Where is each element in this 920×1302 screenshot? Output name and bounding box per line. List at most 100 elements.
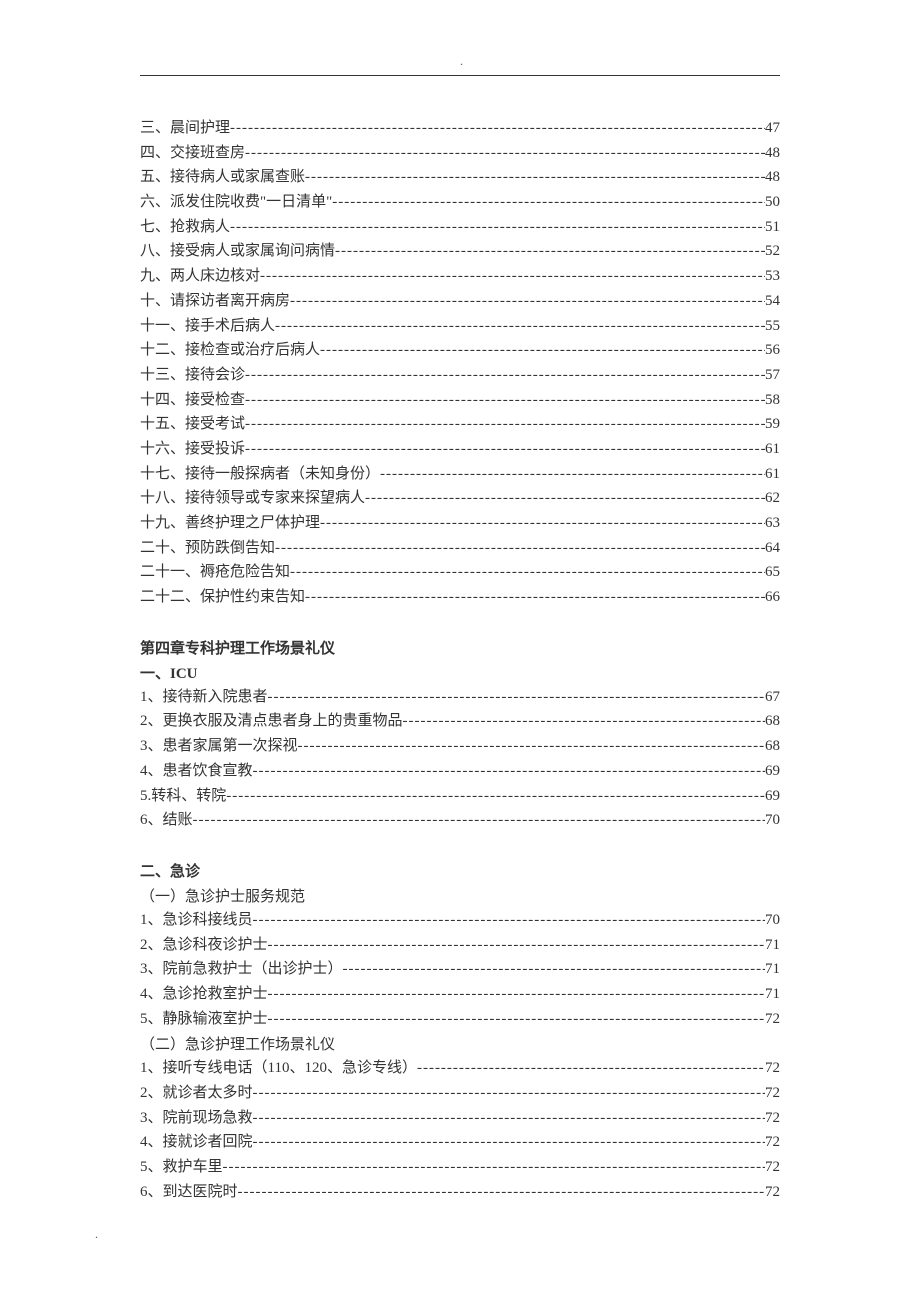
toc-entry: 2、急诊科夜诊护士 71 <box>140 933 780 958</box>
toc-page-number: 72 <box>765 1159 780 1176</box>
toc-entry: 十八、接待领导或专家来探望病人 62 <box>140 486 780 511</box>
toc-label: 十五、接受考试 <box>140 412 245 433</box>
toc-entry: 5、救护车里 72 <box>140 1155 780 1180</box>
toc-leader <box>332 194 765 211</box>
toc-page-number: 63 <box>765 515 780 532</box>
toc-leader <box>305 169 765 186</box>
toc-entry: 十七、接待一般探病者（未知身份）61 <box>140 462 780 487</box>
toc-leader <box>268 937 765 954</box>
toc-label: 4、急诊抢救室护士 <box>140 982 268 1003</box>
toc-page-number: 50 <box>765 194 780 211</box>
toc-page-number: 54 <box>765 293 780 310</box>
toc-page-number: 71 <box>765 986 780 1003</box>
toc-label: 九、两人床边核对 <box>140 264 260 285</box>
toc-page-number: 65 <box>765 564 780 581</box>
toc-entry: 十二、接检查或治疗后病人56 <box>140 338 780 363</box>
toc-label: 十二、接检查或治疗后病人 <box>140 338 320 359</box>
toc-entry: 六、派发住院收费"一日清单"50 <box>140 190 780 215</box>
toc-page-number: 72 <box>765 1134 780 1151</box>
toc-page-number: 72 <box>765 1110 780 1127</box>
toc-leader <box>290 293 765 310</box>
toc-label: 四、交接班查房 <box>140 141 245 162</box>
toc-page-number: 59 <box>765 416 780 433</box>
toc-leader <box>275 318 765 335</box>
toc-entry: 1、接待新入院患者67 <box>140 685 780 710</box>
toc-leader <box>305 589 765 606</box>
toc-page-number: 58 <box>765 392 780 409</box>
toc-entry: 6、到达医院时72 <box>140 1180 780 1205</box>
toc-leader <box>268 1011 765 1028</box>
toc-label: 2、急诊科夜诊护士 <box>140 933 268 954</box>
toc-entry: 十五、接受考试 59 <box>140 412 780 437</box>
toc-page-number: 71 <box>765 961 780 978</box>
toc-label: 2、更换衣服及清点患者身上的贵重物品 <box>140 709 403 730</box>
toc-label: 3、院前急救护士（出诊护士） <box>140 957 343 978</box>
toc-entry: 3、院前急救护士（出诊护士） 71 <box>140 957 780 982</box>
toc-leader <box>335 243 765 260</box>
toc-entry: 5、静脉输液室护士72 <box>140 1007 780 1032</box>
toc-page-number: 55 <box>765 318 780 335</box>
toc-entry: 4、患者饮食宣教69 <box>140 759 780 784</box>
toc-leader <box>268 986 765 1003</box>
toc-page-number: 72 <box>765 1184 780 1201</box>
blank-line <box>140 610 780 635</box>
sub-heading: （一）急诊护士服务规范 <box>140 883 780 908</box>
toc-page-number: 62 <box>765 490 780 507</box>
toc-leader <box>253 1110 765 1127</box>
toc-leader <box>245 145 765 162</box>
toc-label: 5.转科、转院 <box>140 784 226 805</box>
toc-entry: 二十二、保护性约束告知66 <box>140 585 780 610</box>
toc-leader <box>238 1184 765 1201</box>
toc-page-number: 47 <box>765 120 780 137</box>
table-of-contents: 三、晨间护理 47 四、交接班查房 48 五、接待病人或家属查账 48 六、派发住院收费"一… <box>140 116 780 1204</box>
toc-entry: 十一、接手术后病人55 <box>140 314 780 339</box>
toc-entry: 十六、接受投诉61 <box>140 437 780 462</box>
toc-entry: 2、更换衣服及清点患者身上的贵重物品68 <box>140 709 780 734</box>
toc-leader <box>245 441 765 458</box>
toc-page-number: 72 <box>765 1060 780 1077</box>
section-heading: 第四章专科护理工作场景礼仪 <box>140 635 780 660</box>
toc-label: 二十一、褥疮危险告知 <box>140 560 290 581</box>
toc-leader <box>253 912 765 929</box>
toc-label: 七、抢救病人 <box>140 215 230 236</box>
toc-entry: 三、晨间护理 47 <box>140 116 780 141</box>
toc-label: 5、救护车里 <box>140 1155 223 1176</box>
toc-page-number: 72 <box>765 1011 780 1028</box>
toc-leader <box>245 367 765 384</box>
toc-label: 3、院前现场急救 <box>140 1106 253 1127</box>
toc-leader <box>253 1085 765 1102</box>
toc-entry: 1、急诊科接线员70 <box>140 908 780 933</box>
toc-label: 十三、接待会诊 <box>140 363 245 384</box>
header-rule <box>140 75 780 76</box>
toc-leader <box>298 738 765 755</box>
toc-label: 1、接待新入院患者 <box>140 685 268 706</box>
toc-label: 三、晨间护理 <box>140 116 230 137</box>
toc-entry: 十四、接受检查58 <box>140 388 780 413</box>
toc-page-number: 70 <box>765 812 780 829</box>
toc-page-number: 48 <box>765 145 780 162</box>
toc-leader <box>290 564 765 581</box>
toc-page-number: 48 <box>765 169 780 186</box>
toc-leader <box>275 540 765 557</box>
toc-entry: 二十一、褥疮危险告知 65 <box>140 560 780 585</box>
toc-label: 2、就诊者太多时 <box>140 1081 253 1102</box>
toc-label: 二十、预防跌倒告知 <box>140 536 275 557</box>
toc-leader <box>193 812 765 829</box>
toc-label: 4、接就诊者回院 <box>140 1130 253 1151</box>
toc-label: 十、请探访者离开病房 <box>140 289 290 310</box>
toc-page-number: 72 <box>765 1085 780 1102</box>
toc-label: 十八、接待领导或专家来探望病人 <box>140 486 365 507</box>
toc-leader <box>320 342 765 359</box>
toc-label: 二十二、保护性约束告知 <box>140 585 305 606</box>
toc-entry: 七、抢救病人51 <box>140 215 780 240</box>
toc-page-number: 71 <box>765 937 780 954</box>
toc-leader <box>253 1134 765 1151</box>
toc-page-number: 52 <box>765 243 780 260</box>
toc-label: 五、接待病人或家属查账 <box>140 165 305 186</box>
toc-page-number: 69 <box>765 788 780 805</box>
section-heading: 一、ICU <box>140 660 780 685</box>
blank-line <box>140 833 780 858</box>
toc-entry: 4、接就诊者回院 72 <box>140 1130 780 1155</box>
toc-label: 3、患者家属第一次探视 <box>140 734 298 755</box>
toc-label: 4、患者饮食宣教 <box>140 759 253 780</box>
